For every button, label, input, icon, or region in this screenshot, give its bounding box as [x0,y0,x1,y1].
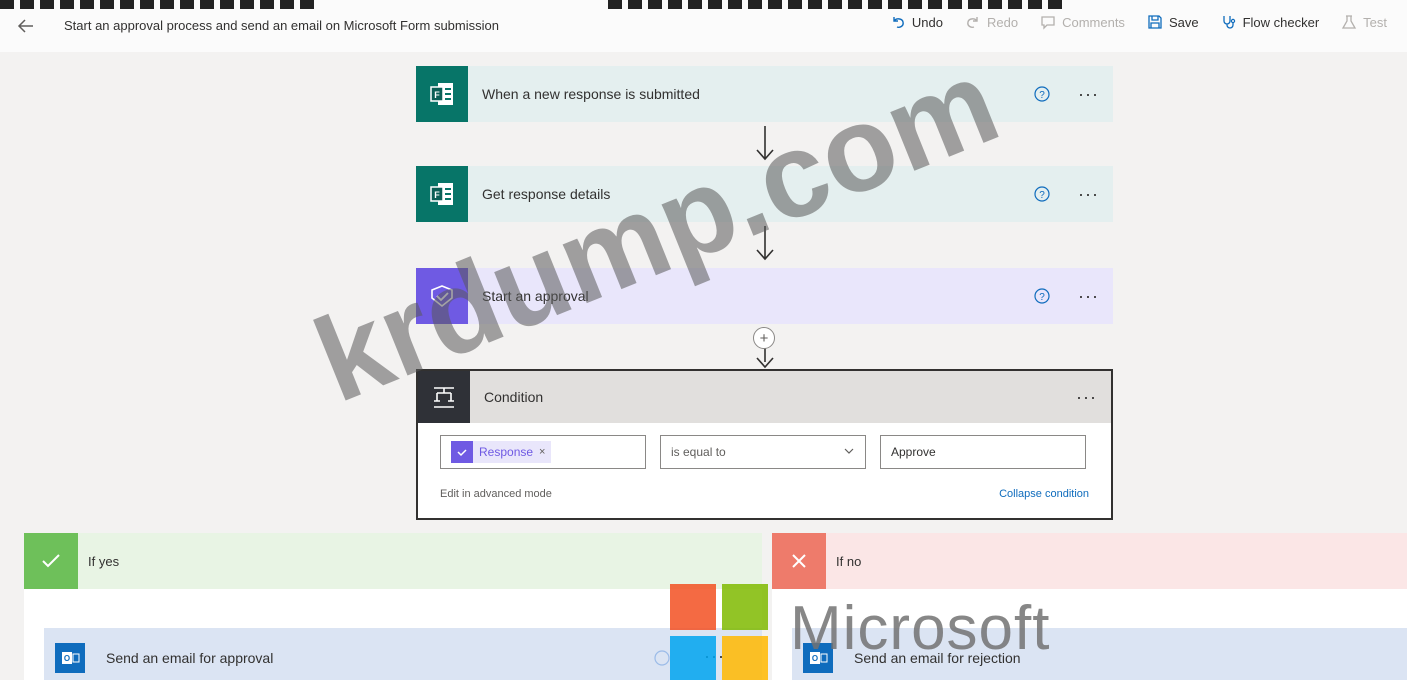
help-icon[interactable]: ? [1032,84,1052,104]
condition-left-operand[interactable]: Response × [440,435,646,469]
back-arrow-icon[interactable] [16,16,36,36]
more-options-icon[interactable]: ··· [1078,185,1099,203]
condition-right-operand[interactable]: Approve [880,435,1086,469]
collapse-condition-link[interactable]: Collapse condition [999,488,1089,500]
if-yes-header[interactable]: If yes [24,533,762,589]
beaker-icon [1341,14,1357,30]
more-options-icon[interactable]: ··· [1078,85,1099,103]
save-button[interactable]: Save [1147,14,1199,30]
comments-button[interactable]: Comments [1040,14,1125,30]
logo-red-square [670,584,716,630]
microsoft-forms-icon: F [416,66,468,122]
undo-button[interactable]: Undo [890,14,943,30]
stethoscope-icon [1221,14,1237,30]
if-yes-label: If yes [88,553,120,569]
more-options-icon[interactable]: ··· [1078,287,1099,305]
add-step-button[interactable]: + [753,327,775,349]
microsoft-logo [670,584,770,680]
dynamic-content-token[interactable]: Response × [451,441,552,463]
condition-operator-select[interactable]: is equal to [660,435,866,469]
if-no-label: If no [836,553,862,569]
remove-token-icon[interactable]: × [539,446,545,458]
chevron-down-icon [843,445,855,460]
logo-green-square [722,584,768,630]
comments-label: Comments [1062,14,1125,30]
flow-checker-label: Flow checker [1242,14,1320,30]
save-icon [1147,14,1163,30]
redo-label: Redo [987,14,1019,30]
command-buttons: Undo Redo Comments Save Flow checker Tes… [890,14,1387,30]
operator-value: is equal to [671,445,726,459]
test-label: Test [1363,14,1387,30]
approvals-icon [451,441,473,463]
condition-row: Response × is equal to Approve [440,435,1086,469]
flow-title: Start an approval process and send an em… [64,18,499,33]
close-icon [772,533,826,589]
condition-card[interactable]: Condition ··· Response × is equal to App… [416,369,1113,520]
logo-blue-square [670,636,716,680]
svg-text:F: F [434,90,440,100]
svg-text:?: ? [1039,190,1045,201]
token-label: Response [479,445,534,459]
if-yes-branch: If yes O Send an email for approval ··· [24,533,762,680]
test-button[interactable]: Test [1341,14,1387,30]
edit-advanced-mode-link[interactable]: Edit in advanced mode [440,488,552,500]
flow-checker-button[interactable]: Flow checker [1221,14,1320,30]
svg-text:?: ? [1039,90,1045,101]
help-icon[interactable]: ? [1032,286,1052,306]
help-icon[interactable] [652,648,672,668]
logo-yellow-square [722,636,768,680]
microsoft-wordmark: Microsoft [790,594,1051,663]
microsoft-forms-icon: F [416,166,468,222]
outlook-icon: O [44,628,96,680]
redo-button[interactable]: Redo [965,14,1018,30]
help-icon[interactable]: ? [1032,184,1052,204]
svg-text:F: F [434,190,440,200]
undo-label: Undo [911,14,943,30]
send-approval-email-title: Send an email for approval [106,650,274,666]
condition-title: Condition [484,389,544,405]
redaction-bar-middle [608,0,1062,10]
undo-icon [890,14,906,30]
command-bar: Start an approval process and send an em… [0,0,1407,52]
svg-text:O: O [64,654,70,663]
send-approval-email-card[interactable]: O Send an email for approval ··· [44,628,762,680]
svg-text:?: ? [1039,292,1045,303]
comment-icon [1040,14,1056,30]
right-operand-value: Approve [891,445,936,459]
save-label: Save [1168,14,1199,30]
condition-header[interactable]: Condition ··· [418,371,1111,423]
redo-icon [965,14,981,30]
if-no-header[interactable]: If no [772,533,1407,589]
more-options-icon[interactable]: ··· [1076,387,1097,408]
plus-icon: + [759,329,769,347]
redaction-bar-left [0,0,314,10]
checkmark-icon [24,533,78,589]
